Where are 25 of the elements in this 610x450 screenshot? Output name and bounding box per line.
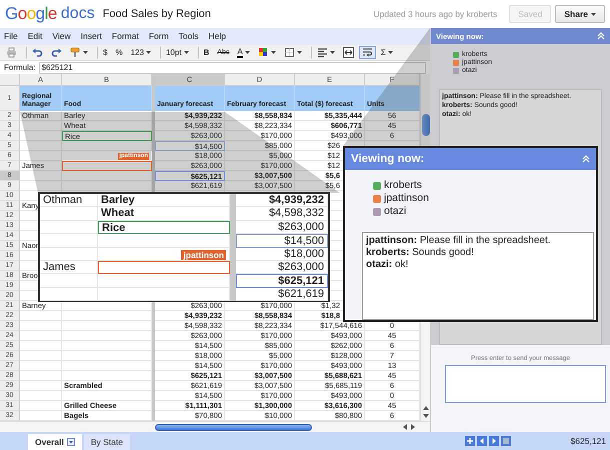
chat-message: jpattinson: Please fill in the spreadsheet. <box>366 235 552 247</box>
logo: Google <box>5 4 57 24</box>
table-cell: $4,939,232 <box>236 194 328 208</box>
table-cell: $14,500 <box>236 234 328 248</box>
chat-message: kroberts: Sounds good! <box>366 247 475 259</box>
last-updated: Updated 3 hours ago by kroberts <box>373 9 498 19</box>
table-cell: Wheat <box>98 207 230 221</box>
logo-product: docs <box>60 5 95 23</box>
table-cell: Barley <box>98 194 230 208</box>
table-cell: $621,619 <box>236 288 328 301</box>
user-tag: jpattinson <box>181 250 226 260</box>
table-cell: Othman <box>40 194 98 208</box>
formula-label: Formula: <box>4 63 36 72</box>
table-cell: $625,121 <box>236 274 328 288</box>
table-cell: $4,598,332 <box>236 207 328 221</box>
chat-message: otazi: ok! <box>366 259 410 271</box>
viewer-name: kroberts <box>384 179 422 192</box>
status-value: $625,121 <box>570 436 606 446</box>
table-cell: James <box>40 260 98 274</box>
table-cell: Rice <box>98 220 230 234</box>
table-cell: $18,000 <box>236 248 328 261</box>
table-cell: $263,000 <box>236 260 328 274</box>
viewer-name: otazi <box>384 205 406 218</box>
viewer-name: jpattinson <box>384 192 429 205</box>
table-cell: $263,000 <box>236 220 328 234</box>
